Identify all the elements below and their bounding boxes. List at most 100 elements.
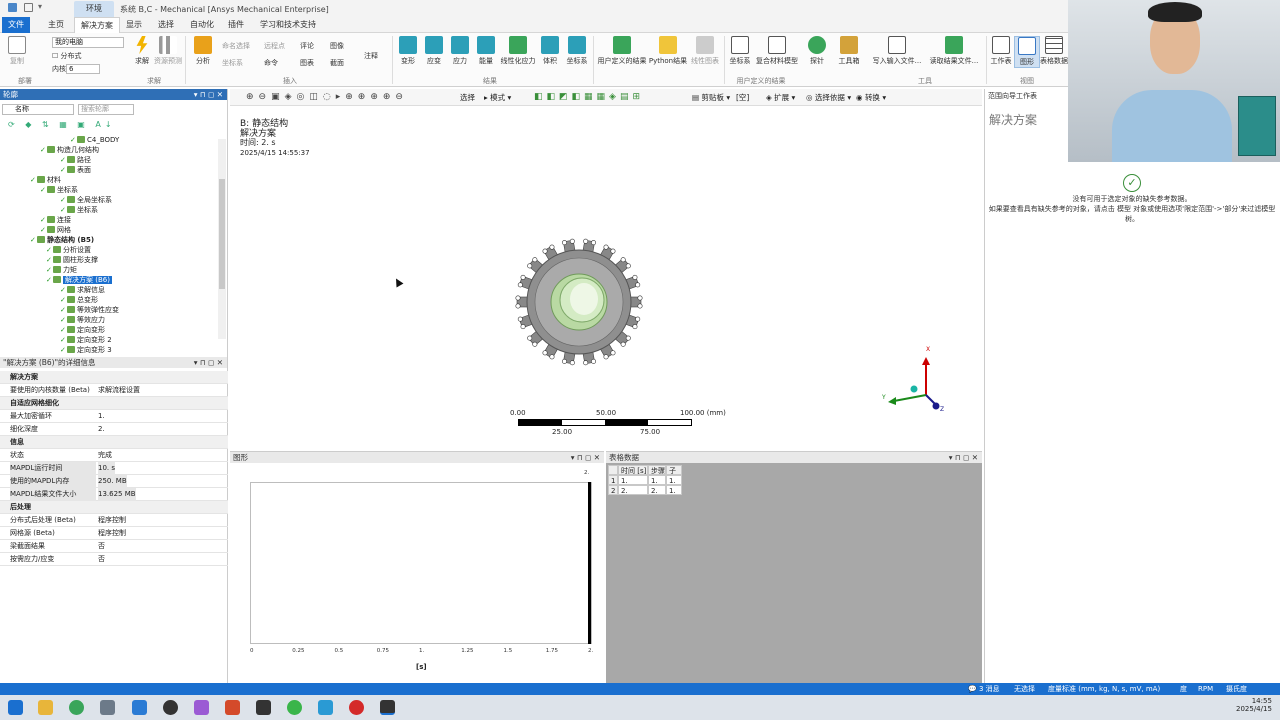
- details-row[interactable]: 分布式后处理 (Beta) 程序控制: [0, 514, 228, 527]
- user-defined-result-button[interactable]: 用户定义的结果: [597, 36, 647, 66]
- graph-plot-area[interactable]: [250, 482, 592, 644]
- cores-input[interactable]: 6: [66, 64, 100, 74]
- app-icon[interactable]: [349, 700, 364, 715]
- tree-item[interactable]: ✓ 构造几何结构: [40, 145, 99, 155]
- tool-coordinate-button[interactable]: 坐标系: [727, 36, 753, 66]
- context-tab-environment[interactable]: 环境: [74, 1, 114, 17]
- menu-home[interactable]: 主页: [42, 17, 70, 33]
- table-cell[interactable]: 1.: [666, 475, 682, 485]
- tree-item[interactable]: ✓ 材料: [30, 175, 61, 185]
- start-icon[interactable]: [8, 700, 23, 715]
- details-row[interactable]: 使用的MAPDL内存 250. MB: [0, 475, 228, 488]
- resource-prediction-button[interactable]: 资源预测: [154, 36, 182, 66]
- table-header-time[interactable]: 时间 [s]: [618, 465, 648, 475]
- table-cell[interactable]: 1.: [666, 485, 682, 495]
- details-category[interactable]: 后处理: [0, 501, 228, 514]
- calculator-icon[interactable]: [100, 700, 115, 715]
- tree-item[interactable]: ✓ 定向变形: [60, 325, 105, 335]
- copy-button[interactable]: 复制: [2, 36, 32, 67]
- tree-item[interactable]: ✓ 静态结构 (B5): [30, 235, 94, 245]
- menu-file[interactable]: 文件: [2, 17, 30, 33]
- details-value[interactable]: 求解流程设置: [98, 384, 140, 397]
- comment-button[interactable]: 评论: [300, 41, 314, 52]
- command-button[interactable]: 命令: [264, 58, 278, 69]
- angle-unit-status[interactable]: 度: [1180, 683, 1187, 695]
- graphics-button[interactable]: 图形: [1014, 36, 1040, 68]
- details-value[interactable]: 13.625 MB: [98, 488, 136, 501]
- selection-filter-icons[interactable]: ◧◧◩◧▦▦◈▤⊞: [534, 92, 644, 102]
- tabular-table[interactable]: 时间 [s] 步骤 子步 1 1. 1. 1. 2 2. 2. 1.: [608, 465, 682, 495]
- select-button[interactable]: 选择: [460, 91, 475, 104]
- energy-button[interactable]: 能量: [474, 36, 498, 66]
- details-row[interactable]: 网格源 (Beta) 程序控制: [0, 527, 228, 540]
- tree-item[interactable]: ✓ 圆柱形支撑: [46, 255, 98, 265]
- details-row[interactable]: MAPDL运行时间 10. s: [0, 462, 228, 475]
- empty-clipboard[interactable]: [空]: [736, 91, 749, 104]
- panel-controls-icon[interactable]: ▾ ⊓ ◻ ✕: [571, 452, 600, 463]
- select-by-dropdown[interactable]: ◎ 选择依据 ▾: [806, 91, 851, 104]
- read-result-file-button[interactable]: 读取结果文件...: [926, 36, 982, 66]
- convert-dropdown[interactable]: ◉ 转换 ▾: [856, 91, 886, 104]
- details-row[interactable]: 要使用的内核数量 (Beta) 求解流程设置: [0, 384, 228, 397]
- workbench-icon[interactable]: [256, 700, 271, 715]
- rpm-unit-status[interactable]: RPM: [1198, 683, 1213, 695]
- save-icon[interactable]: [24, 3, 33, 12]
- linear-chart-button[interactable]: 线性图表: [690, 36, 720, 66]
- table-cell[interactable]: 1.: [648, 475, 666, 485]
- details-value[interactable]: 2.: [98, 423, 105, 436]
- chart-button[interactable]: 图表: [300, 58, 314, 69]
- tree-item[interactable]: ✓ 力矩: [46, 265, 77, 275]
- coordinate-system-button[interactable]: 坐标系: [222, 58, 243, 69]
- app-icon[interactable]: [132, 700, 147, 715]
- view-tool-icons[interactable]: ⊕⊖▣◈◎◫◌▸⊕⊕⊕⊕⊖: [246, 92, 408, 102]
- strain-button[interactable]: 应变: [422, 36, 446, 66]
- write-input-file-button[interactable]: 写入输入文件...: [868, 36, 926, 66]
- tree-item[interactable]: ✓ 连接: [40, 215, 71, 225]
- details-value[interactable]: 1.: [98, 410, 105, 423]
- menu-select[interactable]: 选择: [152, 17, 180, 33]
- media-icon[interactable]: [163, 700, 178, 715]
- table-cell[interactable]: 1.: [618, 475, 648, 485]
- named-selection-button[interactable]: 命名选择: [222, 41, 250, 52]
- table-cell[interactable]: 2.: [648, 485, 666, 495]
- remote-point-button[interactable]: 远程点: [264, 41, 285, 52]
- tree-item[interactable]: ✓ 表面: [60, 165, 91, 175]
- details-row[interactable]: MAPDL结果文件大小 13.625 MB: [0, 488, 228, 501]
- tree-item[interactable]: ✓ 坐标系: [60, 205, 98, 215]
- mechanical-icon[interactable]: [380, 700, 395, 715]
- tree-item[interactable]: ✓ 网格: [40, 225, 71, 235]
- menu-solution[interactable]: 解决方案: [74, 17, 120, 33]
- outline-toolbar-icons[interactable]: ⟳ ◆ ⇅ ▦ ▣ A↓: [8, 120, 116, 129]
- chevron-down-icon[interactable]: ▾: [38, 2, 42, 11]
- app-icon[interactable]: [318, 700, 333, 715]
- gear-model[interactable]: [514, 237, 644, 367]
- browser-icon[interactable]: [69, 700, 84, 715]
- tree-item[interactable]: ✓ 定向变形 3: [60, 345, 112, 355]
- volume-button[interactable]: 体积: [538, 36, 562, 66]
- extend-dropdown[interactable]: ◈ 扩展 ▾: [766, 91, 795, 104]
- app-icon[interactable]: [194, 700, 209, 715]
- section-button[interactable]: 截面: [330, 58, 344, 69]
- tree-item[interactable]: ✓ 全局坐标系: [60, 195, 112, 205]
- file-explorer-icon[interactable]: [38, 700, 53, 715]
- details-value[interactable]: 否: [98, 540, 105, 553]
- composite-model-button[interactable]: 复合材料模型: [754, 36, 800, 66]
- table-cell[interactable]: 2.: [618, 485, 648, 495]
- table-header-substep[interactable]: 子步: [666, 465, 682, 485]
- menu-automation[interactable]: 自动化: [184, 17, 220, 33]
- temperature-unit-status[interactable]: 摄氏度: [1226, 683, 1247, 695]
- details-value[interactable]: 否: [98, 553, 105, 566]
- details-row[interactable]: 状态 完成: [0, 449, 228, 462]
- clipboard-dropdown[interactable]: ▤ 剪贴板 ▾: [692, 91, 730, 104]
- tree-item[interactable]: ✓ 总变形: [60, 295, 98, 305]
- mode-dropdown[interactable]: ▸ 模式 ▾: [484, 91, 511, 104]
- messages-status[interactable]: 💬 3 消息: [968, 683, 1000, 695]
- tree-item[interactable]: ✓ 分析设置: [46, 245, 91, 255]
- tree-item[interactable]: ✓ C4_BODY: [70, 135, 119, 145]
- worksheet-button[interactable]: 工作表: [988, 36, 1014, 66]
- table-header-step[interactable]: 步骤: [648, 465, 666, 475]
- clock[interactable]: 14:55 2025/4/15: [1236, 697, 1272, 713]
- tree-item[interactable]: ✓ 求解信息: [60, 285, 105, 295]
- outline-scrollbar[interactable]: [218, 139, 226, 339]
- tree-item[interactable]: ✓ 路径: [60, 155, 91, 165]
